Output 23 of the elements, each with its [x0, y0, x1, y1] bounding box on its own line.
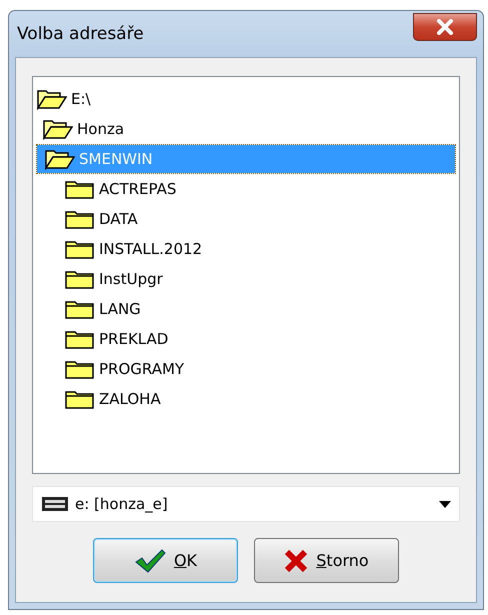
drive-select[interactable]: e: [honza_e] [32, 486, 460, 522]
tree-item[interactable]: ZALOHA [37, 385, 455, 413]
open-folder-icon [37, 88, 67, 110]
drive-icon [41, 496, 69, 512]
dropdown-arrow-icon [439, 500, 451, 508]
tree-item[interactable]: Honza [37, 115, 455, 143]
tree-item[interactable]: InstUpgr [37, 265, 455, 293]
close-button[interactable] [413, 13, 477, 41]
ok-button[interactable]: OK [93, 538, 238, 583]
window-title: Volba adresáře [16, 24, 144, 44]
tree-item[interactable]: PREKLAD [37, 325, 455, 353]
open-folder-icon [45, 148, 75, 170]
cross-icon [284, 548, 308, 572]
tree-item[interactable]: PROGRAMY [37, 355, 455, 383]
close-icon [436, 19, 454, 35]
tree-item[interactable]: LANG [37, 295, 455, 323]
tree-item[interactable]: DATA [37, 205, 455, 233]
tree-item[interactable]: ACTREPAS [37, 175, 455, 203]
cancel-button[interactable]: Storno [254, 538, 399, 583]
tree-item[interactable]: INSTALL.2012 [37, 235, 455, 263]
open-folder-icon [43, 118, 73, 140]
tree-item[interactable]: E:\ [37, 85, 455, 113]
checkmark-icon [134, 548, 166, 572]
